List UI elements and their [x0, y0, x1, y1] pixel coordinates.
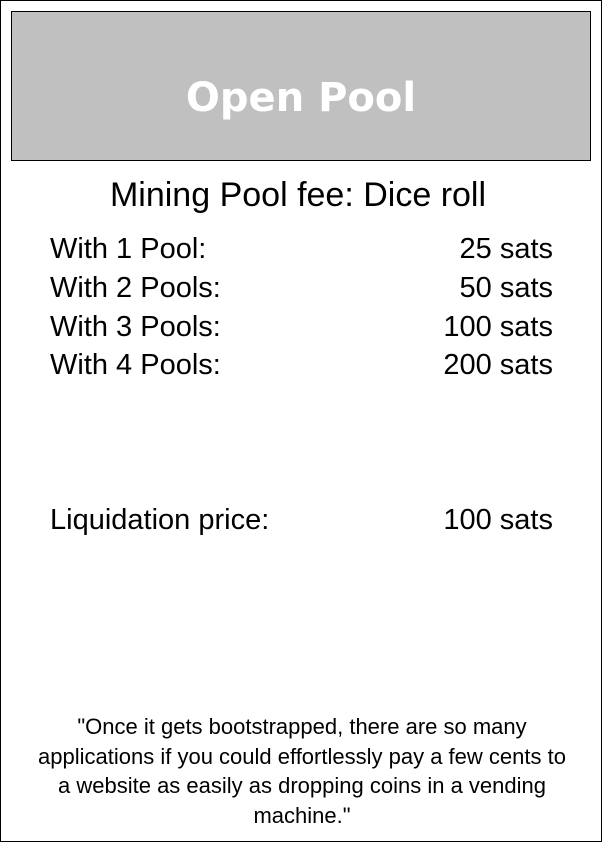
fee-row-4-pools: With 4 Pools: 200 sats [50, 346, 553, 384]
fee-row-label: With 4 Pools: [50, 349, 221, 381]
card-title: Open Pool [185, 75, 417, 121]
fee-row-label: With 3 Pools: [50, 311, 221, 343]
fee-row-1-pool: With 1 Pool: 25 sats [50, 230, 553, 268]
fee-row-label: With 2 Pools: [50, 272, 221, 304]
fee-row-value: 100 sats [443, 311, 553, 343]
fee-row-2-pools: With 2 Pools: 50 sats [50, 269, 553, 307]
liquidation-value: 100 sats [443, 504, 553, 536]
property-card: Open Pool Mining Pool fee: Dice roll Wit… [0, 0, 602, 842]
fee-row-label: With 1 Pool: [50, 233, 207, 265]
fee-subtitle: Mining Pool fee: Dice roll [109, 176, 487, 214]
fee-row-3-pools: With 3 Pools: 100 sats [50, 308, 553, 346]
fee-row-value: 50 sats [459, 272, 554, 304]
card-header: Open Pool [11, 11, 591, 161]
fee-row-value: 200 sats [443, 349, 553, 381]
card-quote: "Once it gets bootstrapped, there are so… [38, 714, 566, 828]
liquidation-row: Liquidation price: 100 sats [50, 501, 553, 539]
liquidation-label: Liquidation price: [50, 504, 270, 536]
fee-row-value: 25 sats [459, 233, 554, 265]
